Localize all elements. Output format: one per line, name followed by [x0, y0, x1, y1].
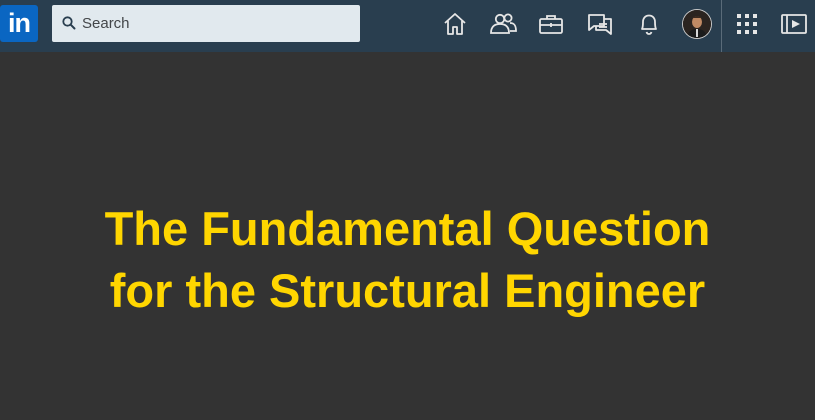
- slide-title-line-1: The Fundamental Question: [104, 202, 711, 255]
- notifications-icon[interactable]: [635, 10, 663, 38]
- messaging-icon[interactable]: [586, 10, 614, 38]
- slide-title-line-2: for the Structural Engineer: [109, 264, 706, 317]
- apps-grid-icon[interactable]: [733, 10, 761, 38]
- home-icon[interactable]: [441, 10, 469, 38]
- jobs-icon[interactable]: [537, 10, 565, 38]
- slide-title: The Fundamental Question for the Structu…: [0, 198, 815, 322]
- nav-divider: [721, 0, 722, 52]
- search-input[interactable]: [82, 5, 352, 42]
- search-icon: [62, 16, 76, 35]
- profile-avatar[interactable]: [683, 10, 711, 38]
- top-navigation-bar: in: [0, 0, 815, 52]
- learning-icon[interactable]: [780, 10, 808, 38]
- my-network-icon[interactable]: [489, 10, 517, 38]
- linkedin-logo[interactable]: in: [0, 5, 38, 42]
- search-box[interactable]: [52, 5, 360, 42]
- video-slide[interactable]: The Fundamental Question for the Structu…: [0, 52, 815, 420]
